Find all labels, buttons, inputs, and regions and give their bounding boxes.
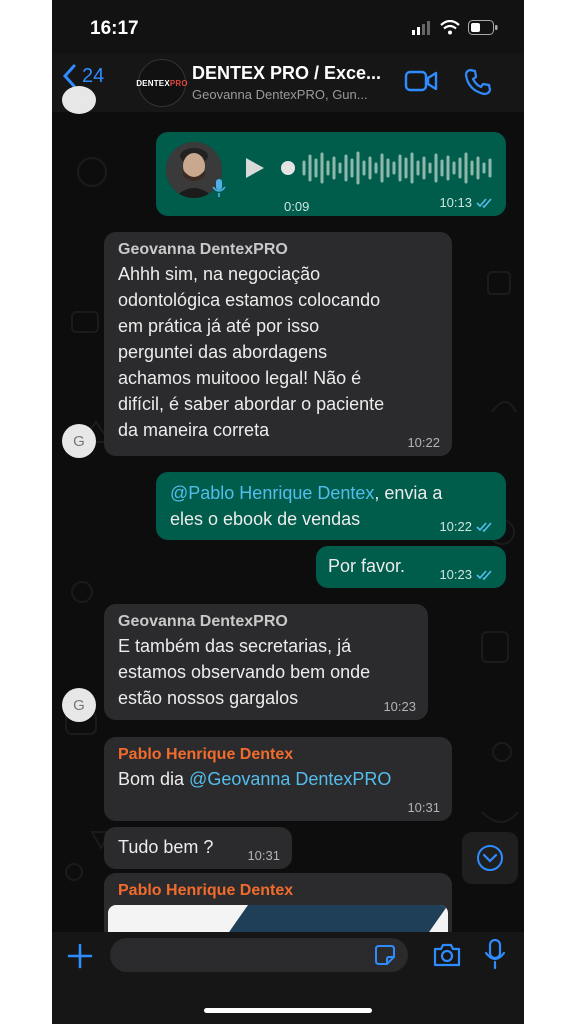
message-composer <box>52 932 524 1024</box>
incoming-message[interactable]: Tudo bem ? 10:31 <box>104 827 292 869</box>
voice-message[interactable]: 0:09 10:13 <box>156 132 506 216</box>
plus-icon[interactable] <box>66 942 94 970</box>
message-time: 10:22 <box>439 520 494 534</box>
incoming-message[interactable]: Pablo Henrique Dentex Bom dia @Geovanna … <box>104 737 452 821</box>
unread-count: 24 <box>82 64 105 87</box>
message-time: 10:22 <box>407 435 440 450</box>
double-check-icon <box>476 198 492 208</box>
message-text: @Pablo Henrique Dentex, envia a eles o e… <box>170 483 443 529</box>
status-bar: 16:17 <box>52 0 524 60</box>
chevron-left-icon <box>62 64 76 88</box>
message-input[interactable] <box>110 938 408 972</box>
sender-avatar[interactable]: G <box>62 688 96 722</box>
sender-avatar <box>62 86 96 114</box>
message-sender: Pablo Henrique Dentex <box>118 746 294 763</box>
message-time: 10:13 <box>439 196 494 210</box>
message-text: E também das secretarias, já estamos obs… <box>118 636 371 708</box>
voice-duration: 0:09 <box>284 199 310 214</box>
scroll-to-bottom-button[interactable] <box>462 832 518 884</box>
message-sender: Pablo Henrique Dentex <box>118 882 294 899</box>
group-avatar[interactable]: DENTEXPRO <box>136 59 188 107</box>
cellular-signal-icon <box>412 20 430 35</box>
status-time: 16:17 <box>90 18 139 39</box>
message-text: Ahhh sim, na negociação odontológica est… <box>118 264 385 440</box>
chat-header: 24 DENTEXPRO DENTEX PRO / Exce... Geovan… <box>52 54 524 112</box>
double-check-icon <box>476 522 492 532</box>
sender-avatar[interactable]: G <box>62 424 96 458</box>
message-time: 10:23 <box>383 699 416 714</box>
message-sender: Geovanna DentexPRO <box>118 613 288 630</box>
home-indicator[interactable] <box>204 1008 372 1013</box>
message-text: Bom dia @Geovanna DentexPRO <box>118 769 392 789</box>
message-text: Tudo bem ? <box>118 837 214 857</box>
camera-icon[interactable] <box>432 942 462 968</box>
chat-title[interactable]: DENTEX PRO / Exce... <box>192 63 381 84</box>
message-sender: Geovanna DentexPRO <box>118 241 288 258</box>
video-call-icon[interactable] <box>404 68 438 94</box>
mention-link[interactable]: @Geovanna DentexPRO <box>189 769 391 789</box>
chevron-down-icon <box>477 845 503 871</box>
audio-waveform[interactable] <box>280 150 500 186</box>
phone-icon[interactable] <box>464 68 492 96</box>
battery-icon <box>468 20 498 35</box>
sticker-icon[interactable] <box>374 944 396 966</box>
message-text: Por favor. <box>328 556 406 576</box>
mic-icon[interactable] <box>484 938 506 970</box>
mention-link[interactable]: @Pablo Henrique Dentex <box>170 483 374 503</box>
message-time: 10:31 <box>247 848 280 863</box>
mic-icon <box>212 179 226 197</box>
message-time: 10:23 <box>439 568 494 582</box>
wifi-icon <box>440 20 460 35</box>
status-icons <box>412 20 498 35</box>
outgoing-message[interactable]: @Pablo Henrique Dentex, envia a eles o e… <box>156 472 506 540</box>
incoming-message[interactable]: Geovanna DentexPRO E também das secretar… <box>104 604 428 720</box>
chat-participants[interactable]: Geovanna DentexPRO, Gun... <box>192 87 368 102</box>
play-icon[interactable] <box>244 156 266 180</box>
phone-screen: 16:17 24 DENTEXPRO DENTEX PRO / Exce... … <box>52 0 524 1024</box>
group-logo: DENTEXPRO <box>136 78 188 88</box>
back-button[interactable]: 24 <box>62 64 104 88</box>
message-time: 10:31 <box>407 800 440 815</box>
incoming-message[interactable]: Geovanna DentexPRO Ahhh sim, na negociaç… <box>104 232 452 456</box>
outgoing-message[interactable]: Por favor. 10:23 <box>316 546 506 588</box>
double-check-icon <box>476 570 492 580</box>
